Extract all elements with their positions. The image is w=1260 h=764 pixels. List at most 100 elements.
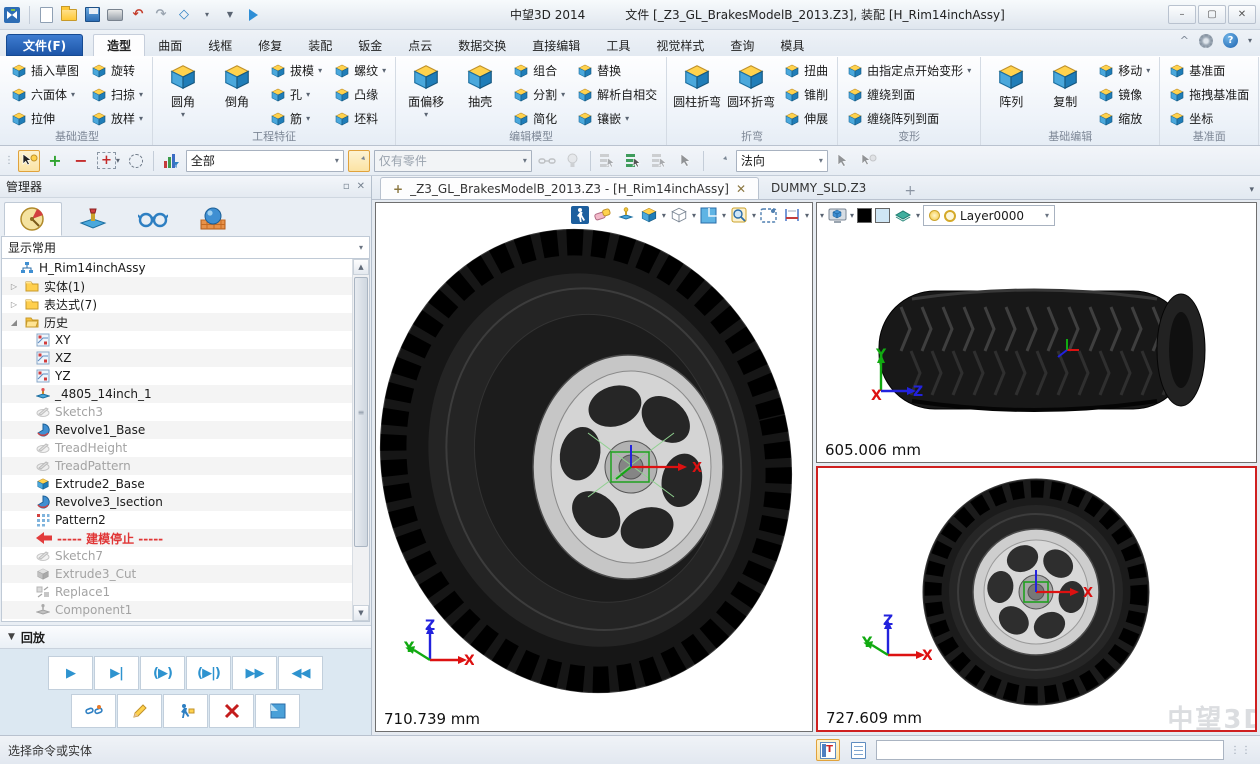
- ribbon-button-伸展[interactable]: 伸展: [781, 108, 831, 129]
- ribbon-button-圆环折弯[interactable]: 圆环折弯: [725, 59, 777, 130]
- tree-item[interactable]: _4805_14inch_1: [2, 385, 352, 403]
- tab-history-manager[interactable]: [4, 202, 62, 236]
- orientation-dropdown[interactable]: 法向▾: [736, 150, 828, 172]
- chevron-down-icon[interactable]: ▾: [805, 211, 809, 220]
- command-input[interactable]: [876, 740, 1224, 760]
- filter-all-dropdown[interactable]: 全部▾: [186, 150, 344, 172]
- tab-assembly-manager[interactable]: [64, 202, 122, 236]
- replay-button-3[interactable]: (▶|): [186, 656, 231, 690]
- parts-only-dropdown[interactable]: 仅有零件▾: [374, 150, 532, 172]
- tree-item[interactable]: Extrude3_Cut: [2, 565, 352, 583]
- ribbon-button-插入草图[interactable]: 插入草图: [8, 60, 82, 81]
- tree-item[interactable]: Revolve3_Isection: [2, 493, 352, 511]
- ribbon-button-镜像[interactable]: 镜像: [1095, 84, 1153, 105]
- scroll-up-icon[interactable]: ▲: [353, 259, 369, 275]
- pick-point-icon[interactable]: [832, 150, 854, 172]
- chevron-down-icon[interactable]: ▾: [692, 211, 696, 220]
- scroll-down-icon[interactable]: ▼: [353, 605, 369, 621]
- tab-visual-manager[interactable]: [124, 202, 182, 236]
- add-selection-icon[interactable]: +: [44, 150, 66, 172]
- ribbon-button-筋[interactable]: 筋▾: [267, 108, 325, 129]
- ribbon-button-放样[interactable]: 放样▾: [88, 108, 146, 129]
- tree-filter-dropdown[interactable]: 显示常用 ▾: [1, 236, 370, 259]
- main-viewport[interactable]: ▾▾▾▾▾ X ZXY 710.739 mm: [375, 202, 813, 732]
- zoom-extents-icon[interactable]: [729, 205, 749, 225]
- tree-item[interactable]: ◢历史: [2, 313, 352, 331]
- highlight-icon[interactable]: [562, 150, 584, 172]
- tab-造型[interactable]: 造型: [93, 34, 145, 56]
- help-icon[interactable]: ?: [1223, 33, 1238, 48]
- layer-dropdown[interactable]: Layer0000▾: [923, 205, 1055, 226]
- tree-item[interactable]: Pattern2: [2, 511, 352, 529]
- ribbon-button-解析自相交[interactable]: 解析自相交: [574, 84, 660, 105]
- view-monitor-icon[interactable]: [827, 206, 847, 226]
- app-logo-icon[interactable]: [4, 6, 22, 24]
- ribbon-button-镶嵌[interactable]: 镶嵌▾: [574, 108, 660, 129]
- tab-装配[interactable]: 装配: [295, 34, 345, 56]
- replay-button-4[interactable]: ▶▶: [232, 656, 277, 690]
- replay-stop-icon[interactable]: [255, 694, 300, 728]
- tree-item[interactable]: XZ: [2, 349, 352, 367]
- ribbon-button-基准面[interactable]: 基准面: [1166, 60, 1252, 81]
- tire-front-view-model[interactable]: X: [818, 468, 1248, 730]
- tab-list-icon[interactable]: ▾: [1249, 185, 1254, 195]
- wireframe-display-icon[interactable]: [669, 205, 689, 225]
- help-dropdown-icon[interactable]: ▾: [1248, 36, 1252, 45]
- ribbon-button-缩放[interactable]: 缩放: [1095, 108, 1153, 129]
- replay-link-icon[interactable]: [71, 694, 116, 728]
- close-tab-icon[interactable]: ✕: [736, 182, 746, 196]
- reorient-icon[interactable]: [710, 150, 732, 172]
- regen-dropdown-icon[interactable]: ▾: [198, 6, 216, 24]
- ribbon-button-扭曲[interactable]: 扭曲: [781, 60, 831, 81]
- toolbox-toggle-icon[interactable]: [816, 739, 840, 761]
- redo-icon[interactable]: ↷: [152, 6, 170, 24]
- tree-item[interactable]: Sketch7: [2, 547, 352, 565]
- measure-icon[interactable]: [782, 205, 802, 225]
- tree-item[interactable]: Extrude2_Base: [2, 475, 352, 493]
- shaded-display-icon[interactable]: [639, 205, 659, 225]
- ribbon-button-拔模[interactable]: 拔模▾: [267, 60, 325, 81]
- lasso-select-icon[interactable]: [125, 150, 147, 172]
- ribbon-button-缠绕到面[interactable]: 缠绕到面: [844, 84, 974, 105]
- tree-item[interactable]: H_Rim14inchAssy: [2, 259, 352, 277]
- refresh-filter-icon[interactable]: [348, 150, 370, 172]
- tab-直接编辑[interactable]: 直接编辑: [519, 34, 593, 56]
- tree-item[interactable]: Replace1: [2, 583, 352, 601]
- tab-点云[interactable]: 点云: [395, 34, 445, 56]
- pick-all-icon[interactable]: [649, 150, 671, 172]
- ribbon-button-移动[interactable]: 移动▾: [1095, 60, 1153, 81]
- replay-button-5[interactable]: ◀◀: [278, 656, 323, 690]
- print-icon[interactable]: [106, 6, 124, 24]
- tab-查询[interactable]: 查询: [717, 34, 767, 56]
- highlight-color-swatch[interactable]: [875, 208, 890, 223]
- settings-gear-icon[interactable]: [1199, 34, 1213, 48]
- replay-button-2[interactable]: (▶): [140, 656, 185, 690]
- ribbon-button-分割[interactable]: 分割▾: [510, 84, 568, 105]
- pick-list-icon[interactable]: [597, 150, 619, 172]
- ribbon-button-扫掠[interactable]: 扫掠▾: [88, 84, 146, 105]
- new-file-icon[interactable]: [37, 6, 55, 24]
- ribbon-button-倒角[interactable]: 倒角: [211, 59, 263, 130]
- new-tab-icon[interactable]: +: [904, 183, 916, 199]
- anchor-part-icon[interactable]: [616, 205, 636, 225]
- tree-scrollbar[interactable]: ▲ ≡ ▼: [352, 259, 369, 621]
- open-file-icon[interactable]: [60, 6, 78, 24]
- manager-restore-icon[interactable]: ▫: [343, 181, 350, 192]
- qat-customize-icon[interactable]: ▼: [221, 6, 239, 24]
- chevron-down-icon[interactable]: ▾: [752, 211, 756, 220]
- ribbon-button-旋转[interactable]: 旋转: [88, 60, 146, 81]
- tree-item[interactable]: TreadHeight: [2, 439, 352, 457]
- tab-模具[interactable]: 模具: [767, 34, 817, 56]
- chevron-down-icon[interactable]: ▾: [722, 211, 726, 220]
- document-tab[interactable]: DUMMY_SLD.Z3: [759, 177, 878, 199]
- tree-expander-icon[interactable]: ▷: [8, 282, 20, 291]
- ribbon-button-圆柱折弯[interactable]: 圆柱折弯: [671, 59, 723, 130]
- tab-工具[interactable]: 工具: [593, 34, 643, 56]
- ribbon-button-复制[interactable]: 复制: [1039, 59, 1091, 130]
- ribbon-button-凸缘[interactable]: 凸缘: [331, 84, 389, 105]
- ribbon-button-简化[interactable]: 简化: [510, 108, 568, 129]
- tree-item[interactable]: ▷表达式(7): [2, 295, 352, 313]
- tree-expander-icon[interactable]: ▷: [8, 300, 20, 309]
- play-icon[interactable]: [244, 6, 262, 24]
- ribbon-button-坯料[interactable]: 坯料: [331, 108, 389, 129]
